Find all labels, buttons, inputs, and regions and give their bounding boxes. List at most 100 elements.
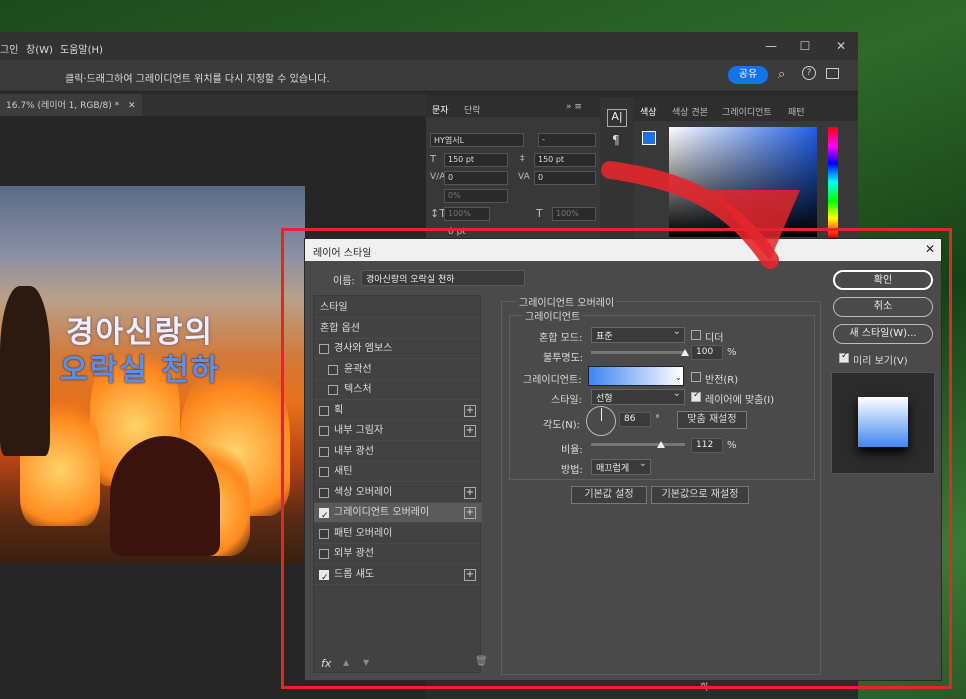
style-item[interactable]: 윤곽선 [314,360,482,380]
ok-button[interactable]: 확인 [833,270,933,290]
reset-default-button[interactable]: 기본값으로 재설정 [651,486,749,504]
font-size-field[interactable]: 150 pt [444,153,508,167]
style-item-checkbox[interactable] [319,568,329,588]
new-style-button[interactable]: 새 스타일(W)... [833,324,933,344]
opacity-label: 불투명도: [543,353,584,364]
close-window-button[interactable]: ✕ [826,36,856,56]
align-with-layer-checkbox[interactable] [691,390,701,402]
scale-input[interactable]: 112 [691,438,723,453]
style-item-label: 그레이디언트 오버레이 [334,507,430,518]
red-arrow-annotation [601,161,800,269]
baseline-value[interactable]: 0 pt [448,227,466,237]
tracking-icon: VA [518,172,530,182]
share-button[interactable]: 공유 [728,66,768,84]
move-down-icon[interactable]: ▼ [363,658,369,667]
reverse-checkbox[interactable] [691,372,701,382]
style-item-checkbox[interactable] [319,549,329,559]
add-style-icon[interactable]: + [464,568,476,581]
style-item-label: 패턴 오버레이 [334,527,393,539]
style-item-checkbox[interactable] [319,467,329,477]
style-item-checkbox[interactable] [319,344,329,354]
dither-checkbox[interactable] [691,330,701,340]
scale-slider-thumb[interactable] [656,441,665,448]
style-item-checkbox[interactable] [319,426,329,436]
style-item[interactable]: 스타일 [314,298,482,318]
blend-mode-select[interactable]: 표준 [591,326,685,343]
style-item[interactable]: 색상 오버레이 + [314,483,482,503]
style-item-checkbox[interactable] [328,385,338,395]
cancel-button[interactable]: 취소 [833,297,933,317]
tracking-field[interactable]: 0 [534,171,596,185]
menu-design[interactable]: 그인 [0,41,18,56]
menu-help[interactable]: 도움말(H) [60,41,103,56]
tab-color[interactable]: 색상 [640,105,657,118]
vscale-field[interactable]: 100% [444,207,490,221]
tsume-field[interactable]: 0% [444,189,508,203]
style-item-checkbox[interactable] [328,364,338,375]
style-item[interactable]: 경사와 엠보스 [314,339,482,359]
close-tab-icon[interactable]: ✕ [128,101,136,111]
leading-field[interactable]: 150 pt [534,153,596,167]
scale-slider[interactable] [591,443,685,446]
gradient-dropdown-icon[interactable]: ⌄ [675,373,682,382]
style-item-label: 내부 그림자 [334,425,384,436]
menu-window[interactable]: 창(W) [26,41,53,56]
style-item[interactable]: 패턴 오버레이 [314,524,482,544]
fx-icon[interactable]: fx [321,657,331,670]
reset-alignment-button[interactable]: 맞춤 재설정 [677,411,747,429]
font-style-field[interactable]: - [538,133,596,147]
add-style-icon[interactable]: + [464,425,476,437]
foreground-color-swatch[interactable] [642,131,656,145]
style-item[interactable]: 그레이디언트 오버레이 + [314,503,482,526]
paragraph-panel-icon[interactable]: ¶ [612,133,620,147]
opacity-slider[interactable] [591,351,685,354]
document-tab[interactable]: 16.7% (레이어 1, RGB/8) * ✕ [0,94,142,116]
style-item-checkbox[interactable] [319,487,329,498]
style-item[interactable]: 외부 광선 [314,544,482,564]
set-default-button[interactable]: 기본값 설정 [571,486,647,504]
hscale-field[interactable]: 100% [552,207,596,221]
character-panel-icon[interactable]: A| [607,109,627,127]
move-up-icon[interactable]: ▲ [343,658,349,667]
add-style-icon[interactable]: + [464,486,476,499]
style-item[interactable]: 내부 그림자 + [314,421,482,441]
opacity-input[interactable]: 100 [691,345,723,360]
workspace-icon[interactable] [826,68,839,79]
style-select[interactable]: 선형 [591,388,685,405]
maximize-button[interactable]: ☐ [790,36,820,56]
preview-checkbox[interactable] [839,351,849,363]
dialog-close-button[interactable]: ✕ [925,242,935,256]
style-item[interactable]: 혼합 옵션 [314,319,482,339]
tab-paragraph[interactable]: 단락 [464,103,481,116]
add-style-icon[interactable]: + [464,507,476,519]
tab-swatches[interactable]: 색상 견본 [672,105,708,118]
style-item-checkbox[interactable] [319,405,329,416]
panel-menu-icon[interactable]: » ≡ [566,102,582,112]
name-input[interactable]: 경아신랑의 오락실 천하 [361,270,525,286]
add-style-icon[interactable]: + [464,404,476,417]
angle-input[interactable]: 86 [619,412,651,427]
style-item-checkbox[interactable] [319,528,329,539]
help-icon[interactable]: ? [802,66,816,80]
search-icon[interactable]: ⌕ [778,67,785,82]
tab-character[interactable]: 문자 [432,103,449,116]
minimize-button[interactable]: — [756,36,786,56]
kerning-field[interactable]: 0 [444,171,508,185]
opacity-slider-thumb[interactable] [681,349,689,356]
style-item[interactable]: 드롭 섀도 + [314,565,482,588]
style-item-checkbox[interactable] [319,506,329,526]
style-item-checkbox[interactable] [319,446,329,457]
font-family-field[interactable]: HY엽서L [430,133,524,147]
style-item[interactable]: 텍스처 [314,380,482,400]
style-item[interactable]: 획 + [314,401,482,421]
gradient-swatch[interactable] [588,366,684,386]
style-item[interactable]: 새틴 [314,462,482,482]
style-item-label: 내부 광선 [334,445,374,457]
style-item[interactable]: 내부 광선 [314,442,482,462]
trash-icon[interactable]: 🗑 [475,656,488,667]
method-select[interactable]: 매끄럽게 [591,458,651,475]
scale-unit: % [727,440,737,451]
tab-gradients[interactable]: 그레이디언트 [722,105,772,118]
angle-dial-needle [601,408,602,421]
tab-patterns[interactable]: 패턴 [788,105,805,118]
